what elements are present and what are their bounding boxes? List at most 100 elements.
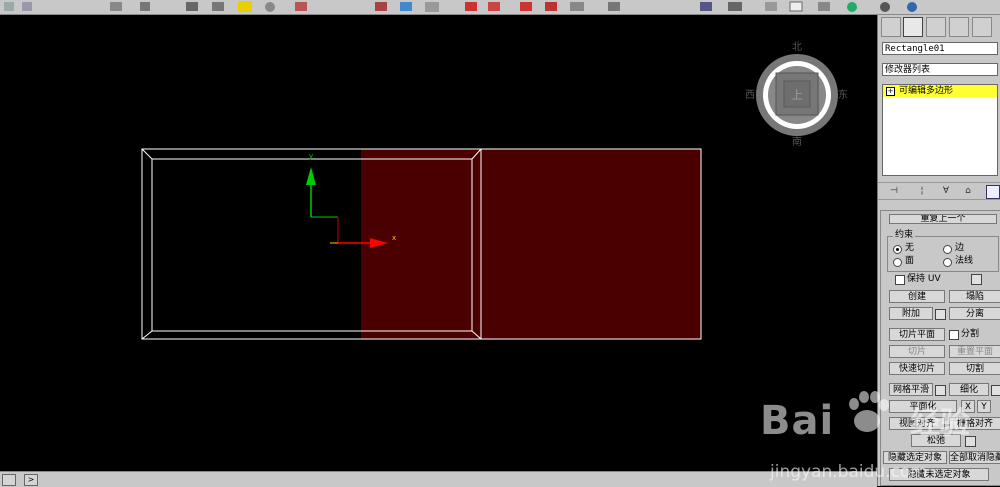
window-icon: [789, 1, 803, 12]
constraint-face-label: 面: [905, 256, 915, 266]
constraint-none-label: 无: [905, 243, 915, 253]
stack-item-label: 可编辑多边形: [899, 86, 954, 96]
make-planar-button[interactable]: 平面化: [889, 400, 957, 413]
link-icon: [4, 2, 14, 11]
select-by-name-icon: [140, 2, 150, 11]
main-toolbar: [0, 0, 1000, 15]
create-button[interactable]: 创建: [889, 290, 945, 303]
render-frame-icon: [700, 2, 712, 11]
compass-west: 西: [745, 90, 755, 101]
constraint-normal-label: 法线: [955, 256, 974, 266]
scale-icon: [295, 2, 307, 11]
remove-modifier-icon[interactable]: ⌂: [962, 185, 974, 197]
mirror-icon: [425, 2, 439, 12]
planar-y-button[interactable]: Y: [977, 400, 991, 413]
window-crossing-icon: [212, 2, 224, 11]
relax-settings[interactable]: [965, 436, 976, 447]
meshsmooth-settings[interactable]: [935, 385, 946, 396]
show-end-result-icon[interactable]: ¦: [916, 185, 928, 197]
schematic-icon: [545, 2, 557, 11]
constraint-normal-radio[interactable]: [943, 258, 952, 267]
attach-settings[interactable]: [935, 309, 946, 320]
slice-button[interactable]: 切片: [889, 345, 945, 358]
layer-icon: [488, 2, 500, 11]
viewcube-face-label: 上: [791, 88, 803, 102]
motion-tab[interactable]: [949, 17, 969, 37]
split-label: 分割: [961, 329, 980, 339]
constraint-edge-radio[interactable]: [943, 245, 952, 254]
hierarchy-tab[interactable]: [926, 17, 946, 37]
collapse-button[interactable]: 塌陷: [949, 290, 1000, 303]
render-setup-icon: [608, 2, 620, 11]
planar-x-button[interactable]: X: [961, 400, 975, 413]
modifier-stack[interactable]: + 可编辑多边形: [882, 84, 998, 176]
toolbar-icons: [4, 1, 917, 12]
scene-canvas[interactable]: y x 上 北 南 东 西: [0, 15, 876, 471]
toggle-icon: [818, 2, 830, 11]
hide-unselected-button[interactable]: 隐藏未选定对象: [889, 468, 989, 481]
meshsmooth-button[interactable]: 网格平滑: [889, 383, 933, 396]
curve-editor-icon: [520, 2, 532, 11]
selected-polygon-face[interactable]: [361, 149, 701, 339]
unlink-icon: [22, 2, 32, 11]
align-icon: [465, 2, 477, 11]
constraint-edge-label: 边: [955, 243, 965, 253]
reset-plane-button[interactable]: 重置平面: [949, 345, 1000, 358]
environment-icon: [907, 2, 917, 12]
constraints-label: 约束: [893, 230, 916, 241]
make-unique-icon[interactable]: ∀: [940, 185, 952, 197]
top-viewport[interactable]: y x 上 北 南 东 西: [0, 15, 876, 471]
command-panel: Rectangle01 修改器列表 + 可编辑多边形 ⊣ ¦ ∀ ⌂ 重复上一个…: [877, 15, 1000, 486]
detach-button[interactable]: 分离: [949, 307, 1000, 320]
compass-north: 北: [792, 41, 802, 53]
object-name-field[interactable]: Rectangle01: [882, 42, 998, 55]
grid-align-button[interactable]: 栅格对齐: [949, 417, 1000, 430]
render-teapot-icon: [880, 2, 890, 12]
modifier-list-dropdown[interactable]: 修改器列表: [882, 63, 998, 76]
unhide-all-button[interactable]: 全部取消隐藏: [949, 451, 1000, 464]
select-icon: [110, 2, 122, 11]
status-left-button[interactable]: [2, 474, 16, 486]
y-axis-arrow: [306, 167, 316, 185]
preserve-uv-label: 保持 UV: [907, 274, 941, 284]
constraints-group: [887, 236, 999, 272]
repeat-last-button[interactable]: 重复上一个: [889, 214, 997, 224]
tessellate-button[interactable]: 细化: [949, 383, 989, 396]
view-align-button[interactable]: 视图对齐: [889, 417, 945, 430]
constraint-face-radio[interactable]: [893, 258, 902, 267]
status-bar: >: [0, 471, 877, 487]
cut-button[interactable]: 切割: [949, 362, 1000, 375]
quickslice-button[interactable]: 快速切片: [889, 362, 945, 375]
slice-plane-button[interactable]: 切片平面: [889, 328, 945, 341]
expand-toggle[interactable]: +: [886, 87, 895, 96]
attach-button[interactable]: 附加: [889, 307, 933, 320]
pin-stack-icon[interactable]: ⊣: [888, 185, 900, 197]
create-tab[interactable]: [881, 17, 901, 37]
relax-button[interactable]: 松弛: [911, 434, 961, 447]
rotate-icon: [265, 2, 275, 12]
edit-geometry-rollout: 重复上一个 约束 无 边 面 法线 保持 UV 创建 塌陷 附加 分离 切片平面…: [880, 210, 1000, 486]
angle-snap-icon: [400, 2, 412, 11]
preserve-uv-settings[interactable]: [971, 274, 982, 285]
teapot-icon: [847, 2, 857, 12]
rect-region-icon: [186, 2, 198, 11]
preserve-uv-checkbox[interactable]: [895, 275, 905, 285]
snap-icon: [375, 2, 387, 11]
compass-east: 东: [838, 88, 848, 101]
move-icon: [238, 1, 252, 12]
stack-item-editable-poly[interactable]: + 可编辑多边形: [883, 85, 997, 97]
ref-icon: [765, 2, 777, 11]
x-axis-label: x: [392, 234, 396, 242]
render-icon: [728, 2, 742, 11]
modify-tab[interactable]: [903, 17, 923, 37]
material-editor-icon: [570, 2, 584, 11]
display-tab[interactable]: [972, 17, 992, 37]
configure-modifier-sets-icon[interactable]: [986, 185, 1000, 199]
split-checkbox[interactable]: [949, 330, 959, 340]
stack-controls: ⊣ ¦ ∀ ⌂: [878, 182, 1000, 200]
status-expand-button[interactable]: >: [24, 474, 38, 486]
hide-selected-button[interactable]: 隐藏选定对象: [883, 451, 947, 464]
compass-south: 南: [792, 135, 802, 148]
constraint-none-radio[interactable]: [893, 245, 902, 254]
tessellate-settings[interactable]: [991, 385, 1000, 396]
